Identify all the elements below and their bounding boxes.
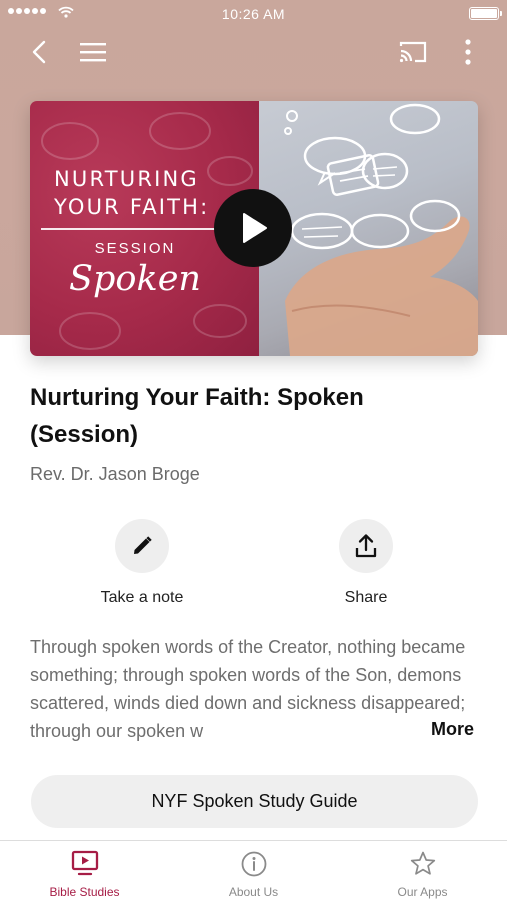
take-note-button[interactable]: Take a note [77,519,207,607]
tab-bible-studies[interactable]: Bible Studies [0,841,169,900]
play-button[interactable] [214,189,292,267]
artwork-session-word: Spoken [69,259,201,299]
tab-label: About Us [228,885,279,899]
artwork-title-line1: NURTURING [54,167,199,191]
star-icon [338,850,507,878]
status-bar: 10:26 AM [0,0,507,28]
share-button[interactable]: Share [301,519,431,607]
tab-about-us[interactable]: About Us [169,841,338,900]
page-title: Nurturing Your Faith: Spoken (Session) [30,384,364,448]
info-icon [169,850,338,878]
cast-button[interactable] [396,36,430,68]
more-vertical-icon [465,39,471,65]
share-label: Share [344,589,388,606]
artwork-session-label: SESSION [94,240,176,257]
hamburger-menu-icon [80,43,106,62]
play-icon [243,213,267,243]
tv-play-icon [0,850,169,876]
tab-our-apps[interactable]: Our Apps [338,841,507,900]
back-button[interactable] [22,36,56,68]
chevron-left-icon [32,40,46,64]
tab-bar: Bible Studies About Us Our Apps [0,840,507,900]
take-note-circle[interactable] [115,519,169,573]
tab-label: Our Apps [397,885,448,899]
more-link[interactable]: More [431,719,475,740]
study-guide-button[interactable]: NYF Spoken Study Guide [31,775,478,828]
more-options-button[interactable] [451,36,485,68]
menu-button[interactable] [76,36,110,68]
pencil-icon [134,536,152,554]
tab-label: Bible Studies [49,885,120,899]
cast-icon [399,41,427,63]
share-icon [355,534,377,558]
share-circle[interactable] [339,519,393,573]
take-note-label: Take a note [100,589,184,606]
status-time: 10:26 AM [221,6,286,22]
battery-icon [469,7,502,20]
author-name: Rev. Dr. Jason Broge [30,464,200,484]
